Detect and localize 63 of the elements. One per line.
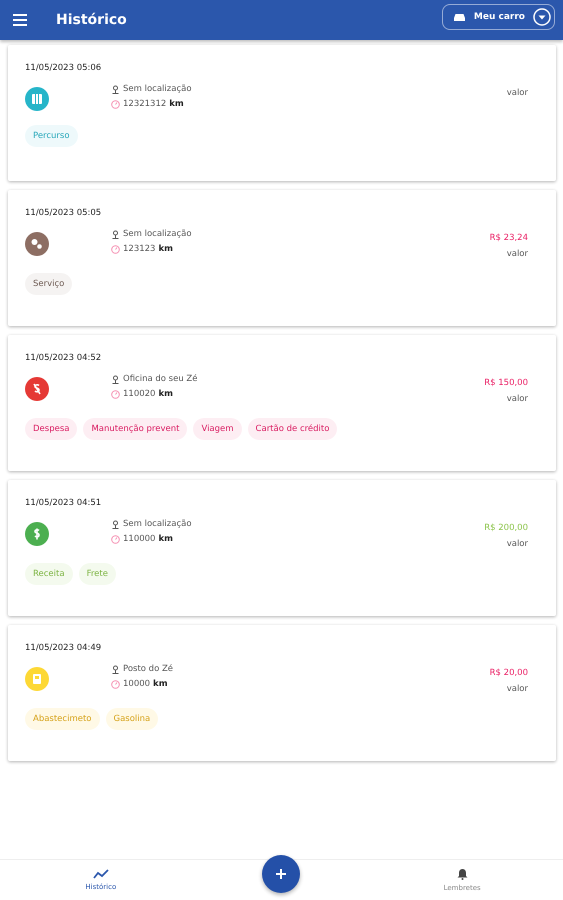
odometer-icon xyxy=(111,390,120,398)
location-pin-icon xyxy=(111,664,120,674)
value-label: valor xyxy=(506,249,528,259)
trend-icon xyxy=(92,869,109,879)
page-title: Histórico xyxy=(56,12,128,28)
tag-chip: Viagem xyxy=(193,418,242,440)
location-pin-icon xyxy=(111,520,120,528)
odometer-value: 110000 xyxy=(123,534,156,544)
history-card[interactable]: 11/05/2023 04:52 Oficina do seu Zé 110020 km R$ 150,00 valor Despesa Manutenção prevent Viagem Cartão de crédito xyxy=(8,335,556,471)
location-text: Sem localização xyxy=(123,519,192,529)
location-text: Sem localização xyxy=(123,84,192,94)
history-card[interactable]: 11/05/2023 05:05 Sem localização 123123 km R$ 23,24 valor Serviço xyxy=(8,190,556,326)
tag-chip: Despesa xyxy=(25,418,78,440)
dropdown-icon xyxy=(533,8,551,26)
amount-text: R$ 20,00 xyxy=(490,668,528,678)
odometer-value: 12321312 xyxy=(123,99,166,109)
entry-date: 11/05/2023 05:05 xyxy=(25,208,102,218)
location-text: Posto do Zé xyxy=(123,664,174,674)
odometer-value: 123123 xyxy=(123,244,156,254)
add-button[interactable] xyxy=(262,855,300,893)
entry-date: 11/05/2023 05:06 xyxy=(25,63,102,73)
car-icon xyxy=(452,12,466,22)
tag-chip: Percurso xyxy=(25,125,78,147)
history-card[interactable]: 11/05/2023 05:06 Sem localização 12321312 km valor Percurso xyxy=(8,45,556,181)
value-label: valor xyxy=(506,394,528,404)
odometer-unit: km xyxy=(158,244,173,254)
location-pin-icon xyxy=(111,84,120,94)
tag-chip: Cartão de crédito xyxy=(248,418,338,440)
odometer-icon xyxy=(111,534,120,544)
odometer-value: 110020 xyxy=(123,389,156,399)
odometer-icon xyxy=(111,244,120,254)
value-label: valor xyxy=(506,88,528,98)
value-label: valor xyxy=(506,539,528,549)
tag-chip: Gasolina xyxy=(106,708,158,730)
location-text: Sem localização xyxy=(123,229,192,239)
entry-date: 11/05/2023 04:51 xyxy=(25,498,102,508)
location-text: Oficina do seu Zé xyxy=(123,374,198,384)
tag-chip: Manutenção prevent xyxy=(83,418,188,440)
tag-chip: Serviço xyxy=(25,273,72,295)
amount-text: R$ 23,24 xyxy=(490,233,528,243)
odometer-unit: km xyxy=(153,679,168,689)
history-card[interactable]: 11/05/2023 04:49 Posto do Zé 10000 km R$ 20,00 valor Abastecimeto Gasolina xyxy=(8,625,556,761)
history-card[interactable]: 11/05/2023 04:51 Sem localização 110000 km R$ 200,00 valor Receita Frete xyxy=(8,480,556,616)
plus-icon xyxy=(275,868,288,880)
tag-chip: Abastecimeto xyxy=(25,708,100,730)
location-pin-icon xyxy=(111,230,120,238)
odometer-value: 10000 xyxy=(123,679,150,689)
entry-date: 11/05/2023 04:52 xyxy=(25,353,102,363)
tag-chip: Frete xyxy=(78,563,116,585)
tag-chip: Receita xyxy=(25,563,73,585)
odometer-unit: km xyxy=(169,99,184,109)
amount-text: R$ 200,00 xyxy=(484,523,528,533)
bell-icon xyxy=(456,868,468,880)
odometer-unit: km xyxy=(158,389,173,399)
location-pin-icon xyxy=(111,374,120,384)
odometer-icon xyxy=(111,680,120,688)
entry-date: 11/05/2023 04:49 xyxy=(25,643,102,653)
menu-icon[interactable] xyxy=(12,13,28,27)
odometer-unit: km xyxy=(158,534,173,544)
vehicle-selector[interactable]: Meu carro xyxy=(442,4,555,30)
odometer-icon xyxy=(111,100,120,108)
value-label: valor xyxy=(506,684,528,694)
amount-text: R$ 150,00 xyxy=(484,378,528,388)
